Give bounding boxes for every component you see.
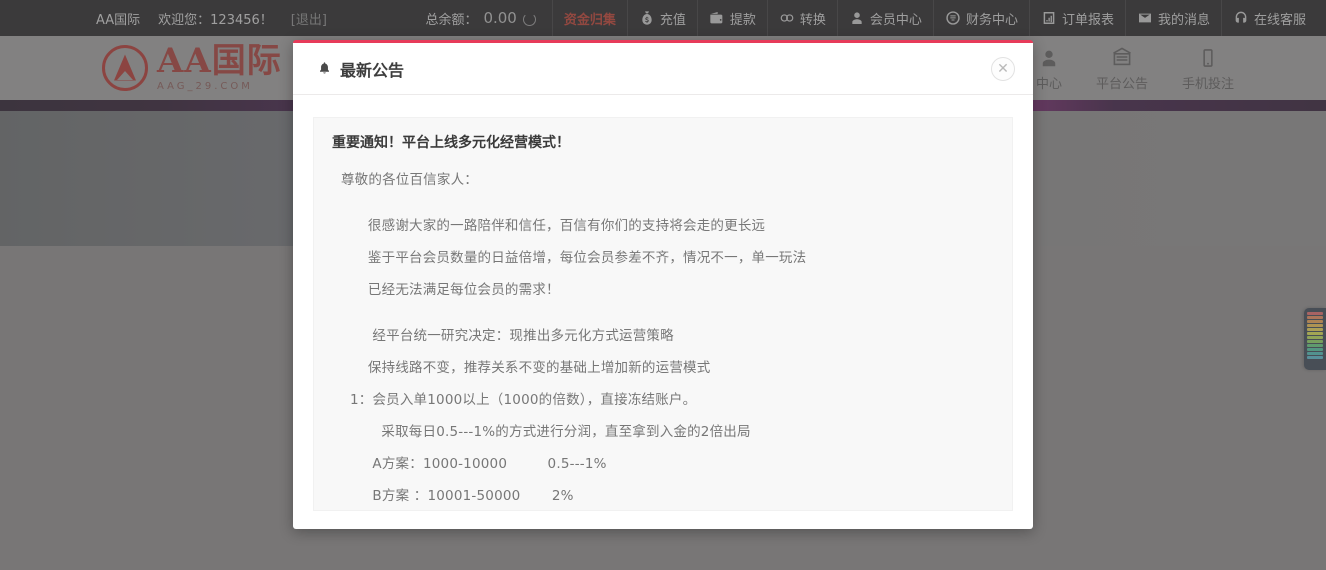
modal-title: 最新公告 bbox=[340, 57, 404, 81]
notice-line: 采取每日0.5---1%的方式进行分润，直至拿到入金的2倍出局 bbox=[332, 416, 994, 448]
notice-line-gap bbox=[332, 196, 994, 210]
modal-title-group: 最新公告 bbox=[317, 57, 404, 81]
notice-line: A方案：1000-10000 0.5---1% bbox=[332, 448, 994, 480]
notice-line: 1：会员入单1000以上（1000的倍数），直接冻结账户。 bbox=[332, 384, 994, 416]
notice-line: 鉴于平台会员数量的日益倍增，每位会员参差不齐，情况不一，单一玩法 bbox=[332, 242, 994, 274]
notice-title: 重要通知！平台上线多元化经营模式！ bbox=[332, 130, 994, 156]
notice-line: 经平台统一研究决定：现推出多元化方式运营策略 bbox=[332, 320, 994, 352]
notice-scroll-area[interactable]: 重要通知！平台上线多元化经营模式！ 尊敬的各位百信家人： 很感谢大家的一路陪伴和… bbox=[313, 117, 1013, 511]
notice-line: 尊敬的各位百信家人： bbox=[332, 164, 994, 196]
notice-line: 已经无法满足每位会员的需求！ bbox=[332, 274, 994, 306]
modal-header: 最新公告 ✕ bbox=[293, 43, 1033, 95]
close-icon[interactable]: ✕ bbox=[991, 57, 1015, 81]
notice-line: B方案 ：10001-50000 2% bbox=[332, 480, 994, 511]
notice-line: 保持线路不变，推荐关系不变的基础上增加新的运营模式 bbox=[332, 352, 994, 384]
notice-line: 很感谢大家的一路陪伴和信任，百信有你们的支持将会走的更长远 bbox=[332, 210, 994, 242]
notice-lines: 尊敬的各位百信家人： 很感谢大家的一路陪伴和信任，百信有你们的支持将会走的更长远… bbox=[332, 164, 994, 511]
notice-line-gap bbox=[332, 306, 994, 320]
announcement-modal: 最新公告 ✕ 重要通知！平台上线多元化经营模式！ 尊敬的各位百信家人： 很感谢大… bbox=[293, 40, 1033, 529]
modal-body: 重要通知！平台上线多元化经营模式！ 尊敬的各位百信家人： 很感谢大家的一路陪伴和… bbox=[293, 95, 1033, 529]
bell-icon bbox=[317, 61, 332, 76]
